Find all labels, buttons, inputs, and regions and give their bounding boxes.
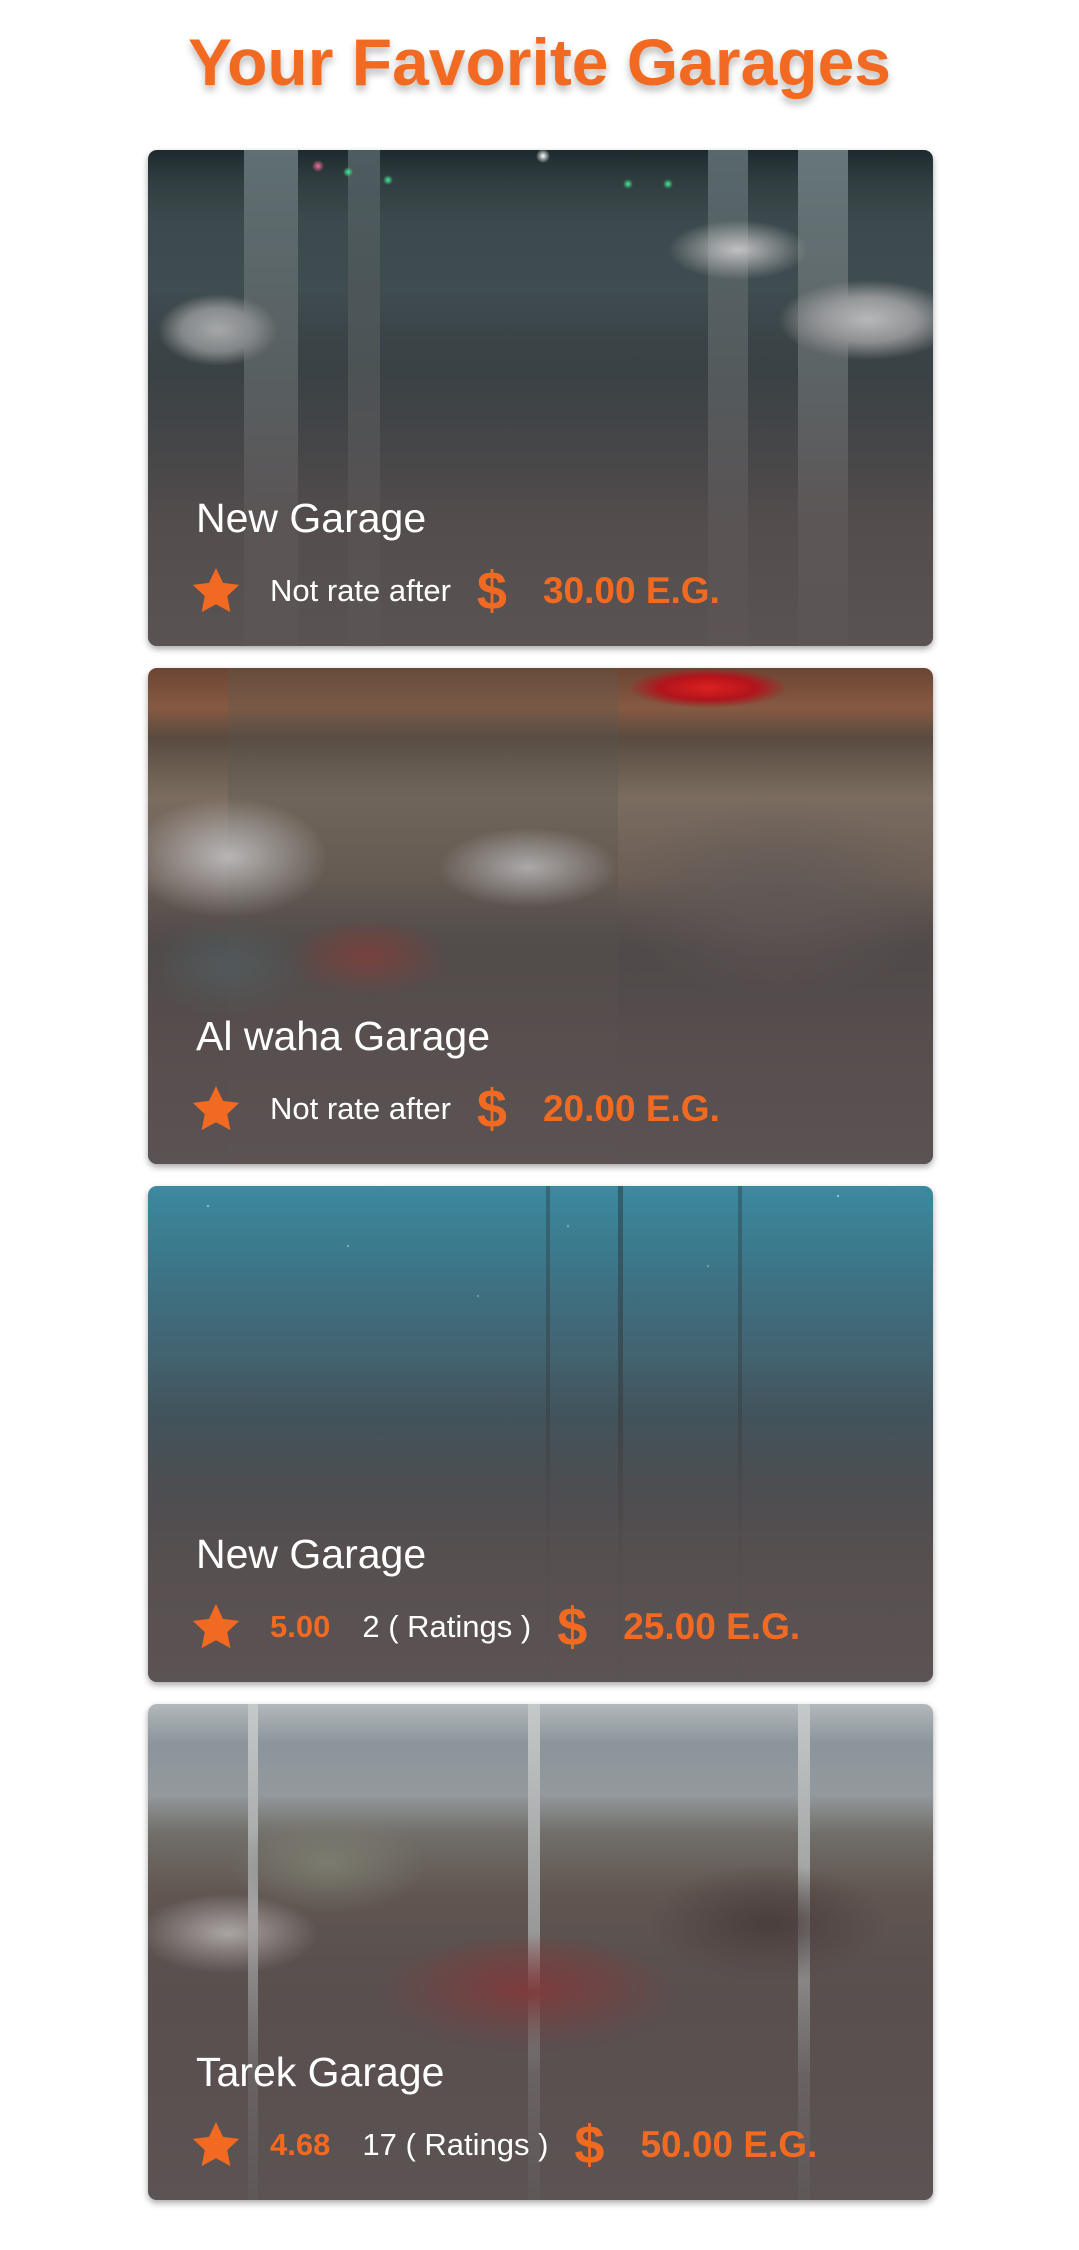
garage-card-info: Tarek Garage 4.68 17 ( Ratings ) $ 50.00… bbox=[188, 2048, 913, 2172]
garage-info-row: Not rate after $ 20.00 E.G. bbox=[188, 1082, 913, 1136]
garage-list: New Garage Not rate after $ 30.00 E.G. A… bbox=[148, 150, 933, 2222]
price: 50.00 E.G. bbox=[640, 2124, 818, 2165]
star-icon bbox=[192, 1604, 240, 1649]
garage-name: New Garage bbox=[196, 495, 427, 541]
garage-info-row: 4.68 17 ( Ratings ) $ 50.00 E.G. bbox=[188, 2118, 913, 2172]
garage-card[interactable]: New Garage 5.00 2 ( Ratings ) $ 25.00 E.… bbox=[148, 1186, 933, 1682]
garage-card-info: New Garage 5.00 2 ( Ratings ) $ 25.00 E.… bbox=[188, 1530, 913, 1654]
garage-info-row: 5.00 2 ( Ratings ) $ 25.00 E.G. bbox=[188, 1600, 913, 1654]
garage-name: Al waha Garage bbox=[196, 1013, 491, 1059]
favorite-garages-screen: Your Favorite Garages New Garage Not rat… bbox=[0, 0, 1079, 2250]
garage-name: Tarek Garage bbox=[196, 2049, 445, 2095]
price: 20.00 E.G. bbox=[542, 1088, 720, 1129]
price: 30.00 E.G. bbox=[542, 570, 720, 611]
garage-name: New Garage bbox=[196, 1531, 427, 1577]
dollar-icon: $ bbox=[476, 561, 507, 621]
star-icon bbox=[192, 1086, 240, 1131]
price: 25.00 E.G. bbox=[623, 1606, 801, 1647]
garage-card[interactable]: New Garage Not rate after $ 30.00 E.G. bbox=[148, 150, 933, 646]
page-title: Your Favorite Garages bbox=[187, 25, 892, 99]
rating-text: Not rate after bbox=[270, 573, 451, 608]
garage-card[interactable]: Tarek Garage 4.68 17 ( Ratings ) $ 50.00… bbox=[148, 1704, 933, 2200]
rating-text: Not rate after bbox=[270, 1091, 451, 1126]
garage-info-row: Not rate after $ 30.00 E.G. bbox=[188, 564, 913, 618]
garage-card[interactable]: Al waha Garage Not rate after $ 20.00 E.… bbox=[148, 668, 933, 1164]
star-icon bbox=[192, 568, 240, 613]
rating-count: 2 ( Ratings ) bbox=[362, 1609, 532, 1644]
dollar-icon: $ bbox=[476, 1079, 507, 1139]
star-icon bbox=[192, 2122, 240, 2167]
dollar-icon: $ bbox=[557, 1597, 588, 1657]
rating-value: 4.68 bbox=[270, 2127, 331, 2162]
rating-value: 5.00 bbox=[270, 1609, 331, 1644]
garage-card-info: New Garage Not rate after $ 30.00 E.G. bbox=[188, 494, 913, 618]
garage-card-info: Al waha Garage Not rate after $ 20.00 E.… bbox=[188, 1012, 913, 1136]
rating-count: 17 ( Ratings ) bbox=[362, 2127, 549, 2162]
dollar-icon: $ bbox=[574, 2115, 605, 2175]
